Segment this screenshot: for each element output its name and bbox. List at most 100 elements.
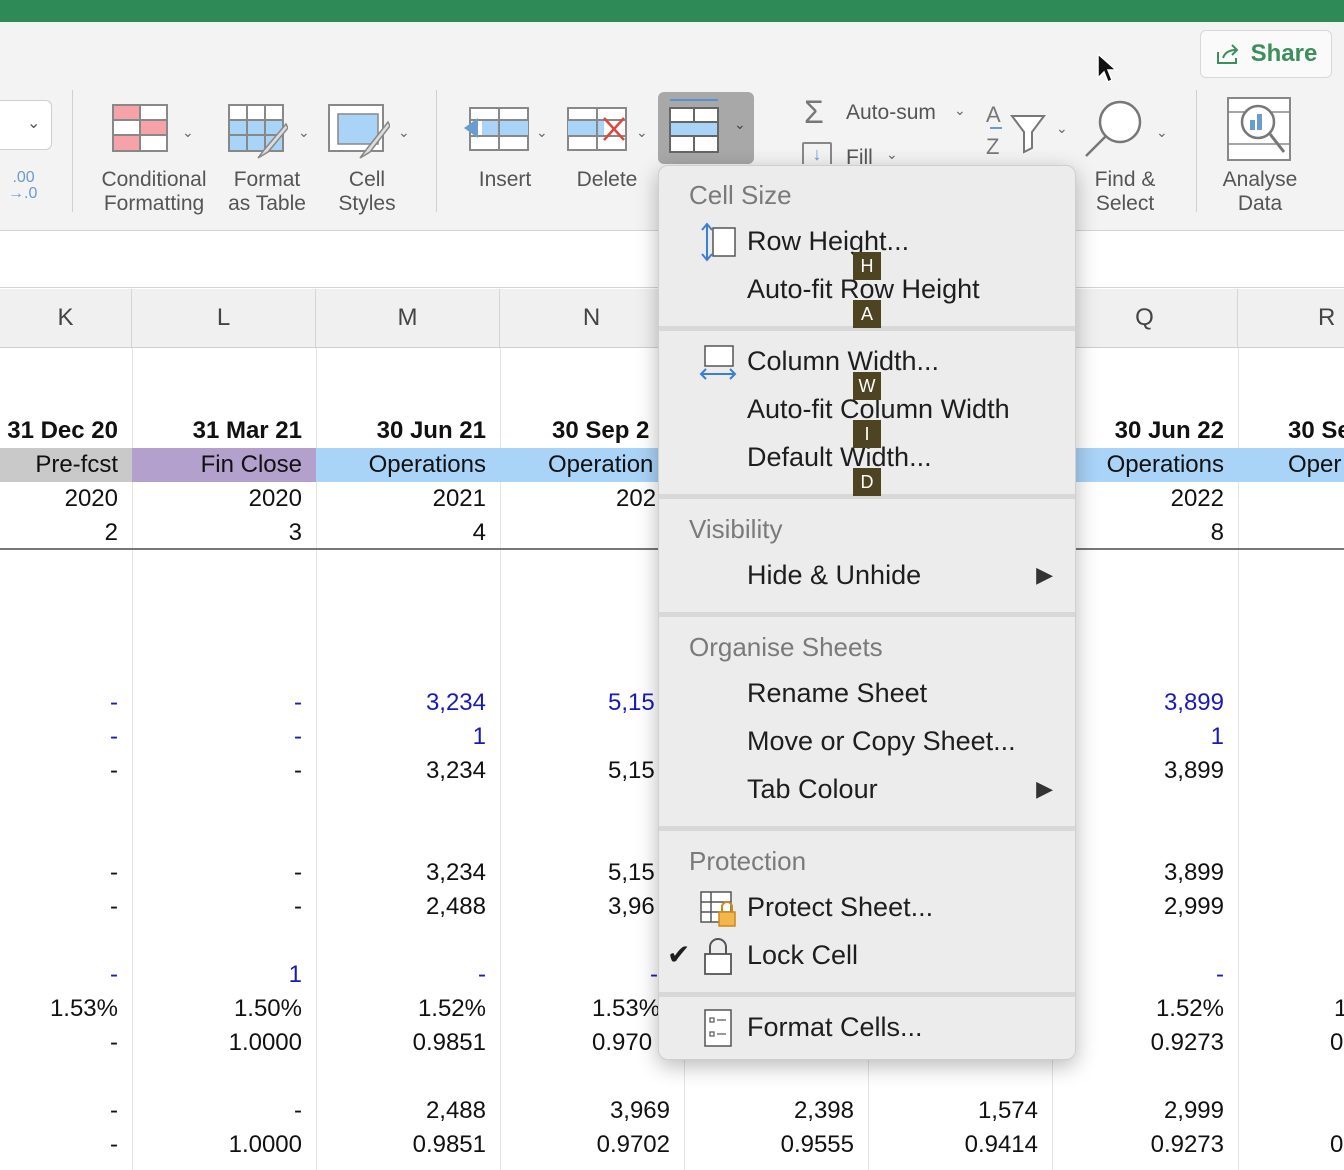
cell-date[interactable]: 30 Se: [1238, 414, 1344, 448]
cell-value[interactable]: 3,969: [500, 1094, 684, 1128]
cell-value[interactable]: 2,488: [316, 1094, 500, 1128]
share-button[interactable]: Share: [1200, 30, 1332, 78]
cell-value[interactable]: 5,15: [500, 754, 658, 788]
cell-year[interactable]: 2020: [132, 482, 316, 516]
cell-phase[interactable]: Pre-fcst: [0, 448, 132, 482]
column-header-n[interactable]: N: [500, 289, 684, 347]
cell-phase[interactable]: Oper: [1238, 448, 1344, 482]
cell-value[interactable]: 0: [1238, 1128, 1344, 1162]
cell-period[interactable]: 8: [1052, 516, 1238, 550]
cell-value[interactable]: 3,234: [316, 754, 500, 788]
cell-value[interactable]: 0.9851: [316, 1128, 500, 1162]
column-header-r[interactable]: R: [1238, 289, 1344, 347]
cell-styles-button[interactable]: ⌄ Cell Styles: [322, 100, 412, 218]
cell-date[interactable]: 30 Jun 21: [316, 414, 500, 448]
find-select-button[interactable]: ⌄ Find & Select: [1080, 96, 1174, 218]
cell-phase[interactable]: Fin Close: [132, 448, 316, 482]
cell-value[interactable]: 3,96: [500, 890, 658, 924]
analyse-data-button[interactable]: Analyse Data: [1210, 96, 1310, 218]
delete-button[interactable]: ⌄ Delete: [560, 100, 654, 218]
cell-value[interactable]: -: [132, 890, 316, 924]
cell-value[interactable]: 2,488: [316, 890, 500, 924]
format-as-table-button[interactable]: ⌄ Format as Table: [220, 100, 314, 218]
cell-phase[interactable]: Operations: [1076, 448, 1238, 482]
cell-value[interactable]: 0: [1238, 1026, 1344, 1060]
cell-value[interactable]: 1: [1052, 720, 1238, 754]
cell-value[interactable]: 3,899: [1052, 754, 1238, 788]
menu-item-rename-sheet[interactable]: Rename Sheet: [659, 672, 1075, 716]
cell-value[interactable]: 0.9702: [500, 1128, 684, 1162]
cell-value[interactable]: -: [0, 1026, 132, 1060]
cell-value[interactable]: -: [0, 958, 132, 992]
cell-value[interactable]: 2,398: [684, 1094, 868, 1128]
cell-value[interactable]: 3,899: [1052, 686, 1238, 720]
cell-value[interactable]: -: [0, 686, 132, 720]
menu-item-lock-cell[interactable]: ✔ Lock Cell: [659, 934, 1075, 978]
cell-period[interactable]: 3: [132, 516, 316, 550]
cell-value[interactable]: -: [132, 686, 316, 720]
cell-value[interactable]: 2,999: [1052, 890, 1238, 924]
fill-button[interactable]: ↓ Fill ⌄: [800, 140, 910, 164]
format-button[interactable]: ⌄: [658, 92, 754, 164]
cell-value[interactable]: 0.9555: [684, 1128, 868, 1162]
cell-value[interactable]: 1.53%: [0, 992, 132, 1026]
menu-item-protect-sheet[interactable]: Protect Sheet...: [659, 886, 1075, 930]
cell-value[interactable]: 2,999: [1052, 1094, 1238, 1128]
cell-year[interactable]: 2021: [316, 482, 500, 516]
cell-value[interactable]: 1.50%: [132, 992, 316, 1026]
cell-date[interactable]: 30 Sep 2: [500, 414, 658, 448]
column-header-q[interactable]: Q: [1052, 289, 1238, 347]
cell-value[interactable]: -: [132, 1094, 316, 1128]
decrease-decimal-button[interactable]: .00 →.0: [8, 170, 48, 206]
cell-value[interactable]: 0.9414: [868, 1128, 1052, 1162]
menu-item-move-copy-sheet[interactable]: Move or Copy Sheet...: [659, 720, 1075, 764]
cell-year[interactable]: 2020: [0, 482, 132, 516]
cell-value[interactable]: 3,234: [316, 686, 500, 720]
cell-date[interactable]: 31 Mar 21: [132, 414, 316, 448]
column-header-l[interactable]: L: [132, 289, 316, 347]
cell-value[interactable]: -: [316, 958, 500, 992]
cell-value[interactable]: -: [132, 856, 316, 890]
column-header-k[interactable]: K: [0, 289, 132, 347]
cell-value[interactable]: 1,574: [868, 1094, 1052, 1128]
cell-value[interactable]: 1.53%: [500, 992, 658, 1026]
cell-value[interactable]: 5,15: [500, 856, 658, 890]
cell-value[interactable]: -: [132, 754, 316, 788]
cell-period[interactable]: 2: [0, 516, 132, 550]
cell-value[interactable]: -: [132, 720, 316, 754]
sort-filter-button[interactable]: AZ ⌄: [984, 100, 1074, 160]
cell-phase[interactable]: Operations: [316, 448, 500, 482]
cell-value[interactable]: 0.9273: [1052, 1026, 1238, 1060]
cell-date[interactable]: 30 Jun 22: [1052, 414, 1238, 448]
cell-value[interactable]: -: [0, 720, 132, 754]
conditional-formatting-button[interactable]: ⌄ Conditional Formatting: [90, 100, 218, 218]
cell-value[interactable]: 3,234: [316, 856, 500, 890]
column-header-m[interactable]: M: [316, 289, 500, 347]
cell-value[interactable]: 0.9851: [316, 1026, 500, 1060]
cell-value[interactable]: 1.52%: [316, 992, 500, 1026]
cell-value[interactable]: 1: [132, 958, 316, 992]
cell-year[interactable]: 2022: [1052, 482, 1238, 516]
cell-value[interactable]: 5,15: [500, 686, 658, 720]
cell-value[interactable]: -: [0, 856, 132, 890]
cell-year[interactable]: 202: [500, 482, 658, 516]
cell-value[interactable]: 3,899: [1052, 856, 1238, 890]
menu-item-hide-unhide[interactable]: Hide & Unhide ▶: [659, 554, 1075, 598]
cell-value[interactable]: -: [0, 1094, 132, 1128]
cell-value[interactable]: 1.0000: [132, 1128, 316, 1162]
menu-item-format-cells[interactable]: Format Cells...: [659, 1006, 1075, 1050]
cell-value[interactable]: -: [0, 754, 132, 788]
cell-period[interactable]: 4: [316, 516, 500, 550]
number-format-dropdown[interactable]: ⌄: [0, 100, 52, 150]
cell-phase[interactable]: Operation: [500, 448, 658, 482]
cell-value[interactable]: 1: [1238, 992, 1344, 1026]
cell-value[interactable]: -: [500, 958, 658, 992]
menu-item-tab-colour[interactable]: Tab Colour ▶: [659, 768, 1075, 812]
cell-value[interactable]: 1.52%: [1052, 992, 1238, 1026]
cell-value[interactable]: 0.9273: [1052, 1128, 1238, 1162]
insert-button[interactable]: ⌄ Insert: [458, 100, 552, 218]
cell-value[interactable]: 0.970: [500, 1026, 658, 1060]
cell-value[interactable]: -: [1052, 958, 1238, 992]
autosum-button[interactable]: Σ Auto-sum ⌄: [800, 94, 972, 132]
cell-value[interactable]: 1: [316, 720, 500, 754]
